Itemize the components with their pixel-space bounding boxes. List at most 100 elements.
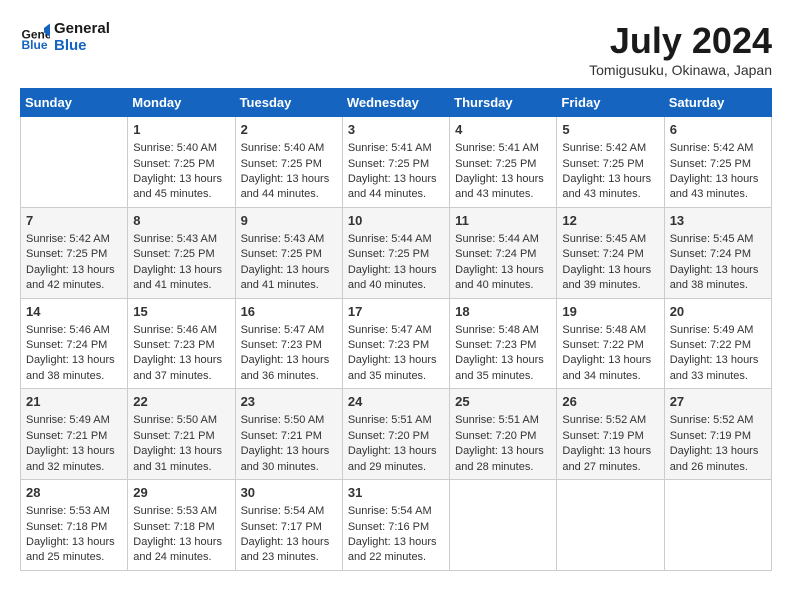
daylight-text: Daylight: 13 hours and 23 minutes. [241,535,337,566]
sunrise-text: Sunrise: 5:46 AM [26,323,122,338]
day-number: 9 [241,212,337,230]
sunset-text: Sunset: 7:25 PM [133,247,229,262]
week-row-3: 14Sunrise: 5:46 AMSunset: 7:24 PMDayligh… [21,298,772,389]
sunrise-text: Sunrise: 5:42 AM [670,141,766,156]
location-subtitle: Tomigusuku, Okinawa, Japan [589,62,772,78]
day-number: 6 [670,121,766,139]
sunset-text: Sunset: 7:23 PM [133,338,229,353]
daylight-text: Daylight: 13 hours and 29 minutes. [348,444,444,475]
sunrise-text: Sunrise: 5:50 AM [133,413,229,428]
calendar-cell [557,480,664,571]
sunrise-text: Sunrise: 5:51 AM [348,413,444,428]
day-number: 10 [348,212,444,230]
sunset-text: Sunset: 7:18 PM [26,520,122,535]
sunrise-text: Sunrise: 5:46 AM [133,323,229,338]
daylight-text: Daylight: 13 hours and 44 minutes. [241,172,337,203]
sunrise-text: Sunrise: 5:49 AM [26,413,122,428]
calendar-cell [664,480,771,571]
sunrise-text: Sunrise: 5:44 AM [455,232,551,247]
daylight-text: Daylight: 13 hours and 41 minutes. [241,263,337,294]
calendar-cell: 23Sunrise: 5:50 AMSunset: 7:21 PMDayligh… [235,389,342,480]
page-header: General Blue General Blue July 2024 Tomi… [20,20,772,78]
calendar-cell: 26Sunrise: 5:52 AMSunset: 7:19 PMDayligh… [557,389,664,480]
calendar-cell: 15Sunrise: 5:46 AMSunset: 7:23 PMDayligh… [128,298,235,389]
sunset-text: Sunset: 7:22 PM [562,338,658,353]
daylight-text: Daylight: 13 hours and 30 minutes. [241,444,337,475]
calendar-cell [21,117,128,208]
sunset-text: Sunset: 7:25 PM [562,157,658,172]
title-block: July 2024 Tomigusuku, Okinawa, Japan [589,20,772,78]
sunset-text: Sunset: 7:25 PM [348,247,444,262]
sunrise-text: Sunrise: 5:49 AM [670,323,766,338]
calendar-header-row: SundayMondayTuesdayWednesdayThursdayFrid… [21,89,772,117]
day-number: 4 [455,121,551,139]
daylight-text: Daylight: 13 hours and 43 minutes. [455,172,551,203]
sunset-text: Sunset: 7:23 PM [348,338,444,353]
day-number: 16 [241,303,337,321]
daylight-text: Daylight: 13 hours and 35 minutes. [348,353,444,384]
daylight-text: Daylight: 13 hours and 34 minutes. [562,353,658,384]
sunset-text: Sunset: 7:25 PM [348,157,444,172]
week-row-5: 28Sunrise: 5:53 AMSunset: 7:18 PMDayligh… [21,480,772,571]
calendar-table: SundayMondayTuesdayWednesdayThursdayFrid… [20,88,772,571]
calendar-cell: 20Sunrise: 5:49 AMSunset: 7:22 PMDayligh… [664,298,771,389]
sunrise-text: Sunrise: 5:43 AM [133,232,229,247]
calendar-cell: 2Sunrise: 5:40 AMSunset: 7:25 PMDaylight… [235,117,342,208]
day-number: 25 [455,393,551,411]
header-saturday: Saturday [664,89,771,117]
calendar-cell: 22Sunrise: 5:50 AMSunset: 7:21 PMDayligh… [128,389,235,480]
sunrise-text: Sunrise: 5:47 AM [348,323,444,338]
header-tuesday: Tuesday [235,89,342,117]
header-wednesday: Wednesday [342,89,449,117]
sunset-text: Sunset: 7:24 PM [670,247,766,262]
calendar-cell: 24Sunrise: 5:51 AMSunset: 7:20 PMDayligh… [342,389,449,480]
calendar-cell: 31Sunrise: 5:54 AMSunset: 7:16 PMDayligh… [342,480,449,571]
logo: General Blue General Blue [20,20,110,54]
sunrise-text: Sunrise: 5:50 AM [241,413,337,428]
daylight-text: Daylight: 13 hours and 43 minutes. [670,172,766,203]
calendar-cell: 5Sunrise: 5:42 AMSunset: 7:25 PMDaylight… [557,117,664,208]
sunset-text: Sunset: 7:23 PM [241,338,337,353]
daylight-text: Daylight: 13 hours and 41 minutes. [133,263,229,294]
daylight-text: Daylight: 13 hours and 45 minutes. [133,172,229,203]
header-friday: Friday [557,89,664,117]
sunset-text: Sunset: 7:24 PM [562,247,658,262]
sunset-text: Sunset: 7:24 PM [455,247,551,262]
daylight-text: Daylight: 13 hours and 28 minutes. [455,444,551,475]
sunset-text: Sunset: 7:25 PM [133,157,229,172]
sunrise-text: Sunrise: 5:40 AM [133,141,229,156]
sunrise-text: Sunrise: 5:47 AM [241,323,337,338]
logo-text-line1: General [54,20,110,37]
calendar-cell: 14Sunrise: 5:46 AMSunset: 7:24 PMDayligh… [21,298,128,389]
sunset-text: Sunset: 7:25 PM [26,247,122,262]
day-number: 18 [455,303,551,321]
calendar-cell: 10Sunrise: 5:44 AMSunset: 7:25 PMDayligh… [342,207,449,298]
sunset-text: Sunset: 7:18 PM [133,520,229,535]
sunrise-text: Sunrise: 5:52 AM [562,413,658,428]
sunset-text: Sunset: 7:25 PM [241,247,337,262]
daylight-text: Daylight: 13 hours and 32 minutes. [26,444,122,475]
day-number: 21 [26,393,122,411]
sunset-text: Sunset: 7:19 PM [562,429,658,444]
daylight-text: Daylight: 13 hours and 27 minutes. [562,444,658,475]
calendar-cell: 12Sunrise: 5:45 AMSunset: 7:24 PMDayligh… [557,207,664,298]
day-number: 23 [241,393,337,411]
daylight-text: Daylight: 13 hours and 31 minutes. [133,444,229,475]
sunset-text: Sunset: 7:20 PM [455,429,551,444]
day-number: 8 [133,212,229,230]
header-thursday: Thursday [450,89,557,117]
day-number: 29 [133,484,229,502]
sunset-text: Sunset: 7:23 PM [455,338,551,353]
day-number: 15 [133,303,229,321]
sunset-text: Sunset: 7:25 PM [241,157,337,172]
calendar-cell: 11Sunrise: 5:44 AMSunset: 7:24 PMDayligh… [450,207,557,298]
day-number: 2 [241,121,337,139]
daylight-text: Daylight: 13 hours and 26 minutes. [670,444,766,475]
calendar-cell: 4Sunrise: 5:41 AMSunset: 7:25 PMDaylight… [450,117,557,208]
calendar-cell: 3Sunrise: 5:41 AMSunset: 7:25 PMDaylight… [342,117,449,208]
daylight-text: Daylight: 13 hours and 39 minutes. [562,263,658,294]
week-row-2: 7Sunrise: 5:42 AMSunset: 7:25 PMDaylight… [21,207,772,298]
daylight-text: Daylight: 13 hours and 33 minutes. [670,353,766,384]
calendar-cell: 27Sunrise: 5:52 AMSunset: 7:19 PMDayligh… [664,389,771,480]
calendar-cell: 19Sunrise: 5:48 AMSunset: 7:22 PMDayligh… [557,298,664,389]
